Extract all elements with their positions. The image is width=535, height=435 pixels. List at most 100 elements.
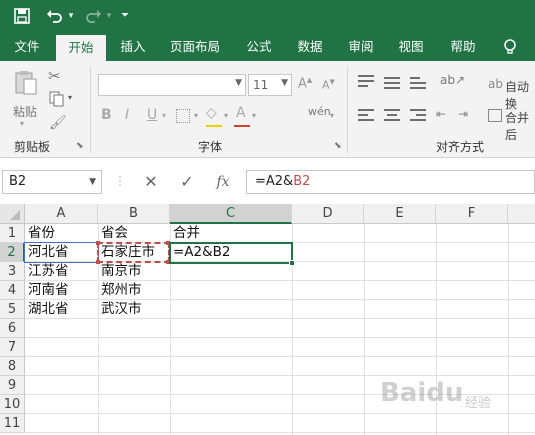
tab-review[interactable]: 审阅 [338,32,384,61]
row-header-8[interactable]: 8 [0,357,25,376]
tab-view[interactable]: 视图 [388,32,434,61]
ribbon-separator [347,67,348,153]
align-left-icon[interactable] [358,109,376,123]
wrap-text-icon[interactable]: ab [488,77,503,91]
tab-help[interactable]: 帮助 [440,32,486,61]
increase-indent-icon[interactable]: ⇥ [458,107,468,121]
column-header-f[interactable]: F [436,204,508,224]
cell-b5[interactable]: 武汉市 [98,300,170,319]
fill-color-icon[interactable]: ◇ [206,105,217,121]
select-all-corner[interactable] [0,204,25,224]
undo-dropdown-icon[interactable]: ▾ [66,4,76,28]
formula-input[interactable]: =A2&B2 [246,170,535,194]
cell-a3[interactable]: 江苏省 [25,262,98,281]
baidu-watermark-suffix: 经验 [465,396,492,411]
enter-icon[interactable]: ✓ [174,170,200,194]
align-center-icon[interactable] [384,109,402,123]
insert-function-button[interactable]: fx [210,170,236,194]
row-header-4[interactable]: 4 [0,281,25,300]
save-icon[interactable] [10,4,34,28]
active-cell-selection [169,242,293,264]
paste-dropdown-icon[interactable]: ▾ [20,119,24,128]
row-header-3[interactable]: 3 [0,262,25,281]
wrap-text-label[interactable]: 自动换 [505,78,535,112]
column-header-e[interactable]: E [364,204,436,224]
font-group-label: 字体 [198,140,223,154]
align-middle-icon[interactable] [384,75,402,89]
align-bottom-icon[interactable] [410,75,428,89]
tab-insert[interactable]: 插入 [110,32,156,61]
align-right-icon[interactable] [410,109,428,123]
cancel-icon[interactable]: ✕ [138,170,164,194]
undo-icon[interactable] [44,4,66,28]
row-header-10[interactable]: 10 [0,395,25,414]
tab-data[interactable]: 数据 [287,32,333,61]
format-painter-icon[interactable]: 🖌 [49,115,67,131]
cell-b1[interactable]: 省会 [98,224,170,243]
row-header-2[interactable]: 2 [0,243,25,262]
chevron-down-icon[interactable]: ▼ [89,177,96,187]
phonetic-dropdown-icon[interactable]: ▾ [330,111,334,120]
borders-dropdown-icon[interactable]: ▾ [194,111,198,120]
row-header-7[interactable]: 7 [0,338,25,357]
column-header-c[interactable]: C [170,204,292,224]
fill-handle[interactable] [289,260,295,266]
formula-text-part1: =A2& [255,174,294,189]
decrease-font-icon[interactable]: A▼ [322,78,335,92]
cell-b3[interactable]: 南京市 [98,262,170,281]
clipboard-group-label: 剪贴板 [14,140,51,154]
cell-b4[interactable]: 郑州市 [98,281,170,300]
cell-a4[interactable]: 河南省 [25,281,98,300]
merge-center-icon[interactable] [488,109,502,122]
reference-corner-handle[interactable] [96,241,100,245]
column-header-d[interactable]: D [292,204,364,224]
row-header-1[interactable]: 1 [0,224,25,243]
underline-dropdown-icon[interactable]: ▾ [162,111,166,120]
merge-center-label[interactable]: 合并后 [505,109,535,143]
lightbulb-icon[interactable] [496,32,524,61]
paste-label[interactable]: 粘贴 [13,103,37,120]
name-box-value: B2 [9,174,27,189]
borders-icon[interactable] [176,109,190,123]
column-header-a[interactable]: A [25,204,98,224]
cell-c1[interactable]: 合并 [170,224,292,243]
tab-file[interactable]: 文件 [4,32,50,61]
row-header-11[interactable]: 11 [0,414,25,433]
font-color-dropdown-icon[interactable]: ▾ [252,111,256,120]
font-size-combo[interactable]: 11 ▼ [248,74,292,96]
copy-dropdown-icon[interactable]: ▾ [68,93,72,102]
cut-icon[interactable]: ✂ [48,67,61,85]
copy-icon[interactable] [48,91,66,111]
column-header-g[interactable] [508,204,535,224]
row-header-5[interactable]: 5 [0,300,25,319]
font-name-combo[interactable]: ▼ [98,74,246,96]
fill-color-dropdown-icon[interactable]: ▾ [224,111,228,120]
chevron-down-icon: ▼ [235,78,242,88]
redo-icon[interactable] [82,4,104,28]
row-header-9[interactable]: 9 [0,376,25,395]
paste-icon[interactable] [12,69,40,99]
clipboard-launcher-icon[interactable]: ⬊ [76,141,84,151]
underline-icon[interactable]: U [147,107,157,123]
formula-bar-grip-icon[interactable]: ⋮ [114,174,126,188]
tab-page-layout[interactable]: 页面布局 [162,32,228,61]
italic-icon[interactable]: I [125,107,129,123]
orientation-icon[interactable]: ab↗ [440,73,465,87]
cell-a1[interactable]: 省份 [25,224,98,243]
font-launcher-icon[interactable]: ⬊ [334,141,342,151]
name-box[interactable]: B2 ▼ [2,170,102,194]
increase-font-icon[interactable]: A▲ [298,76,312,91]
column-header-b[interactable]: B [98,204,170,224]
customize-qat-icon[interactable]: ⏷ [118,4,132,28]
phonetic-icon[interactable]: wén [308,105,331,118]
reference-corner-handle[interactable] [96,260,100,264]
font-color-icon[interactable]: A [236,105,246,121]
redo-dropdown-icon[interactable]: ▾ [104,4,114,28]
bold-icon[interactable]: B [101,107,112,123]
decrease-indent-icon[interactable]: ⇤ [436,107,446,121]
align-top-icon[interactable] [358,75,376,89]
cell-a5[interactable]: 湖北省 [25,300,98,319]
tab-home[interactable]: 开始 [56,35,106,61]
row-header-6[interactable]: 6 [0,319,25,338]
tab-formulas[interactable]: 公式 [236,32,282,61]
